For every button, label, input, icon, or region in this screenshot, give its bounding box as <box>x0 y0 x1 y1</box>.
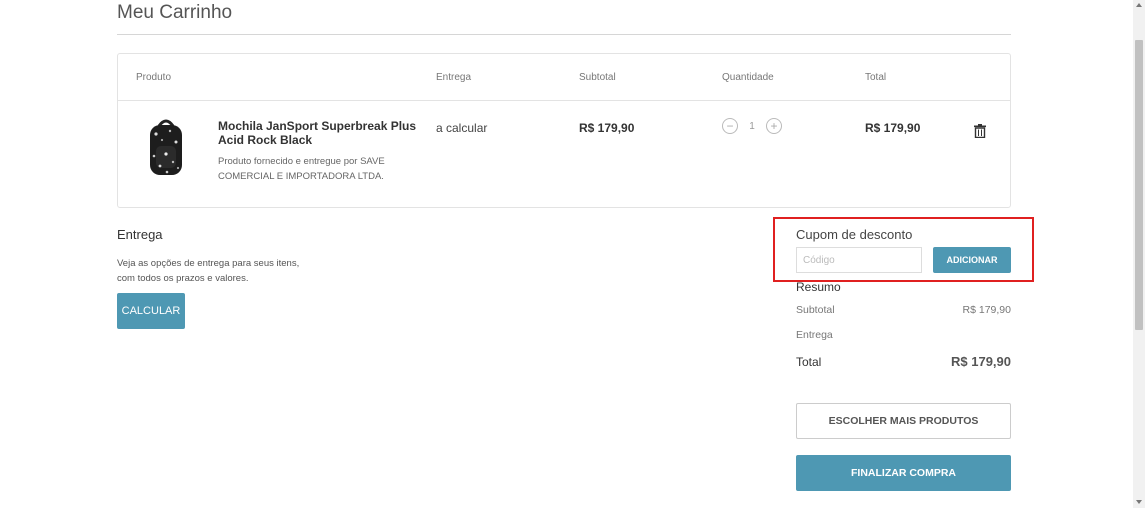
scroll-down-arrow-icon[interactable] <box>1136 500 1142 504</box>
trash-icon[interactable] <box>974 124 986 138</box>
product-name[interactable]: Mochila JanSport Superbreak Plus Acid Ro… <box>218 119 418 147</box>
summary-subtotal-value: R$ 179,90 <box>962 304 1011 316</box>
subtotal-value: R$ 179,90 <box>579 121 635 135</box>
column-header-quantity: Quantidade <box>722 72 774 83</box>
product-backpack-image[interactable] <box>142 116 190 178</box>
minus-icon[interactable]: − <box>722 118 738 134</box>
quantity-value: 1 <box>749 120 755 132</box>
column-header-subtotal: Subtotal <box>579 72 616 83</box>
scroll-up-arrow-icon[interactable] <box>1136 3 1142 7</box>
quantity-stepper: − 1 + <box>722 118 782 134</box>
scroll-thumb[interactable] <box>1135 40 1143 330</box>
shipping-description: Veja as opções de entrega para seus iten… <box>117 258 300 284</box>
column-header-product: Produto <box>136 72 172 83</box>
product-seller: Produto fornecido e entregue por SAVE CO… <box>218 156 385 182</box>
summary-total-label: Total <box>796 355 822 369</box>
summary-delivery-label: Entrega <box>796 329 833 341</box>
shipping-title: Entrega <box>117 227 163 242</box>
page-scrollbar[interactable] <box>1133 0 1145 508</box>
title-divider <box>117 34 1011 35</box>
page-title: Meu Carrinho <box>117 2 233 23</box>
coupon-title: Cupom de desconto <box>796 227 913 242</box>
add-coupon-button[interactable]: ADICIONAR <box>933 247 1011 273</box>
plus-icon[interactable]: + <box>766 118 782 134</box>
column-header-delivery: Entrega <box>436 72 472 83</box>
total-value: R$ 179,90 <box>865 121 921 135</box>
coupon-code-input[interactable] <box>796 247 922 273</box>
choose-more-products-button[interactable]: ESCOLHER MAIS PRODUTOS <box>796 403 1011 439</box>
checkout-button[interactable]: FINALIZAR COMPRA <box>796 455 1011 491</box>
summary-total-value: R$ 179,90 <box>951 354 1011 369</box>
summary-subtotal-label: Subtotal <box>796 304 835 316</box>
column-header-total: Total <box>865 72 887 83</box>
summary-title: Resumo <box>796 280 841 294</box>
cart-table: Produto Entrega Subtotal Quantidade Tota… <box>117 53 1011 208</box>
delivery-value: a calcular <box>436 121 488 135</box>
cart-table-header: Produto Entrega Subtotal Quantidade Tota… <box>118 54 1010 101</box>
calculate-shipping-button[interactable]: CALCULAR <box>117 293 185 329</box>
